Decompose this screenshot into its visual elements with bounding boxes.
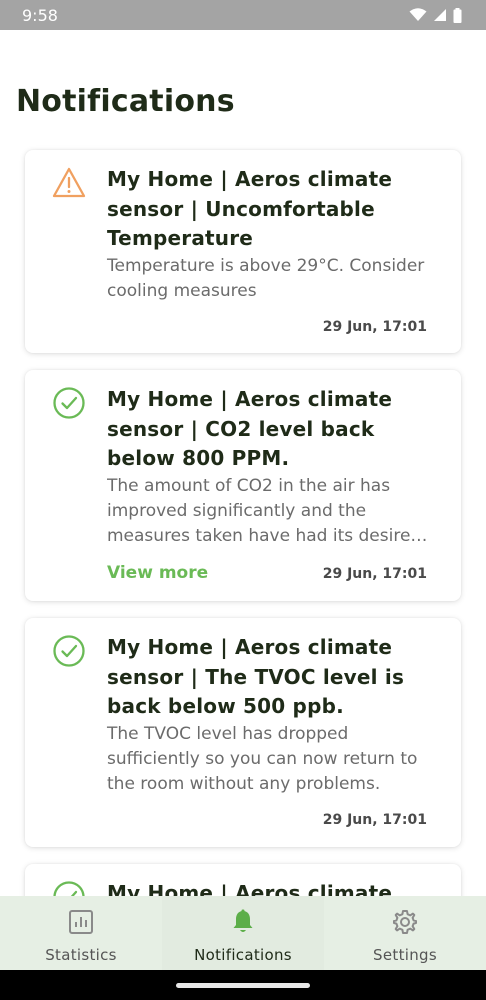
system-gesture-bar [0, 970, 486, 1000]
notification-time: 29 Jun, 17:01 [322, 812, 427, 828]
notification-time: 29 Jun, 17:01 [322, 319, 427, 335]
wifi-icon [409, 8, 427, 21]
battery-icon [453, 7, 462, 23]
notification-card[interactable]: My Home | Aeros climate sensor | The TVO… [25, 618, 461, 847]
bell-icon [233, 909, 253, 932]
status-bar: 9:58 [0, 0, 486, 30]
nav-label: Notifications [194, 946, 292, 964]
nav-item-notifications[interactable]: Notifications [162, 896, 324, 970]
bottom-navigation: Statistics Notifications Settings [0, 896, 486, 970]
check-circle-icon [53, 387, 85, 419]
notification-card[interactable]: My Home | Aeros climate sensor | Uncomfo… [25, 150, 461, 353]
notification-body: The TVOC level has dropped sufficiently … [107, 724, 418, 794]
notification-title: My Home | Aeros climate sensor | The TVO… [107, 635, 405, 718]
notification-time: 29 Jun, 17:01 [322, 566, 427, 582]
nav-label: Settings [373, 946, 437, 964]
signal-icon [434, 9, 446, 21]
nav-item-statistics[interactable]: Statistics [0, 896, 162, 970]
page-title: Notifications [16, 84, 235, 119]
nav-item-settings[interactable]: Settings [324, 896, 486, 970]
notification-card[interactable]: My Home | Aeros climate sensor | CO2 lev… [25, 370, 461, 601]
notification-body: Temperature is above 29°C. Consider cool… [107, 256, 425, 301]
status-time: 9:58 [22, 5, 58, 25]
notification-body: The amount of CO2 in the air has improve… [107, 476, 422, 546]
gear-icon [393, 910, 417, 934]
warning-icon [52, 167, 86, 198]
chart-icon [69, 910, 93, 934]
view-more-link[interactable]: View more [107, 563, 208, 583]
nav-label: Statistics [45, 946, 117, 964]
home-handle[interactable] [176, 983, 310, 988]
notification-title: My Home | Aeros climate sensor | Uncomfo… [107, 167, 393, 250]
check-circle-icon [53, 635, 85, 667]
status-icons [409, 7, 462, 23]
notification-title: My Home | Aeros climate sensor | CO2 lev… [107, 387, 393, 470]
